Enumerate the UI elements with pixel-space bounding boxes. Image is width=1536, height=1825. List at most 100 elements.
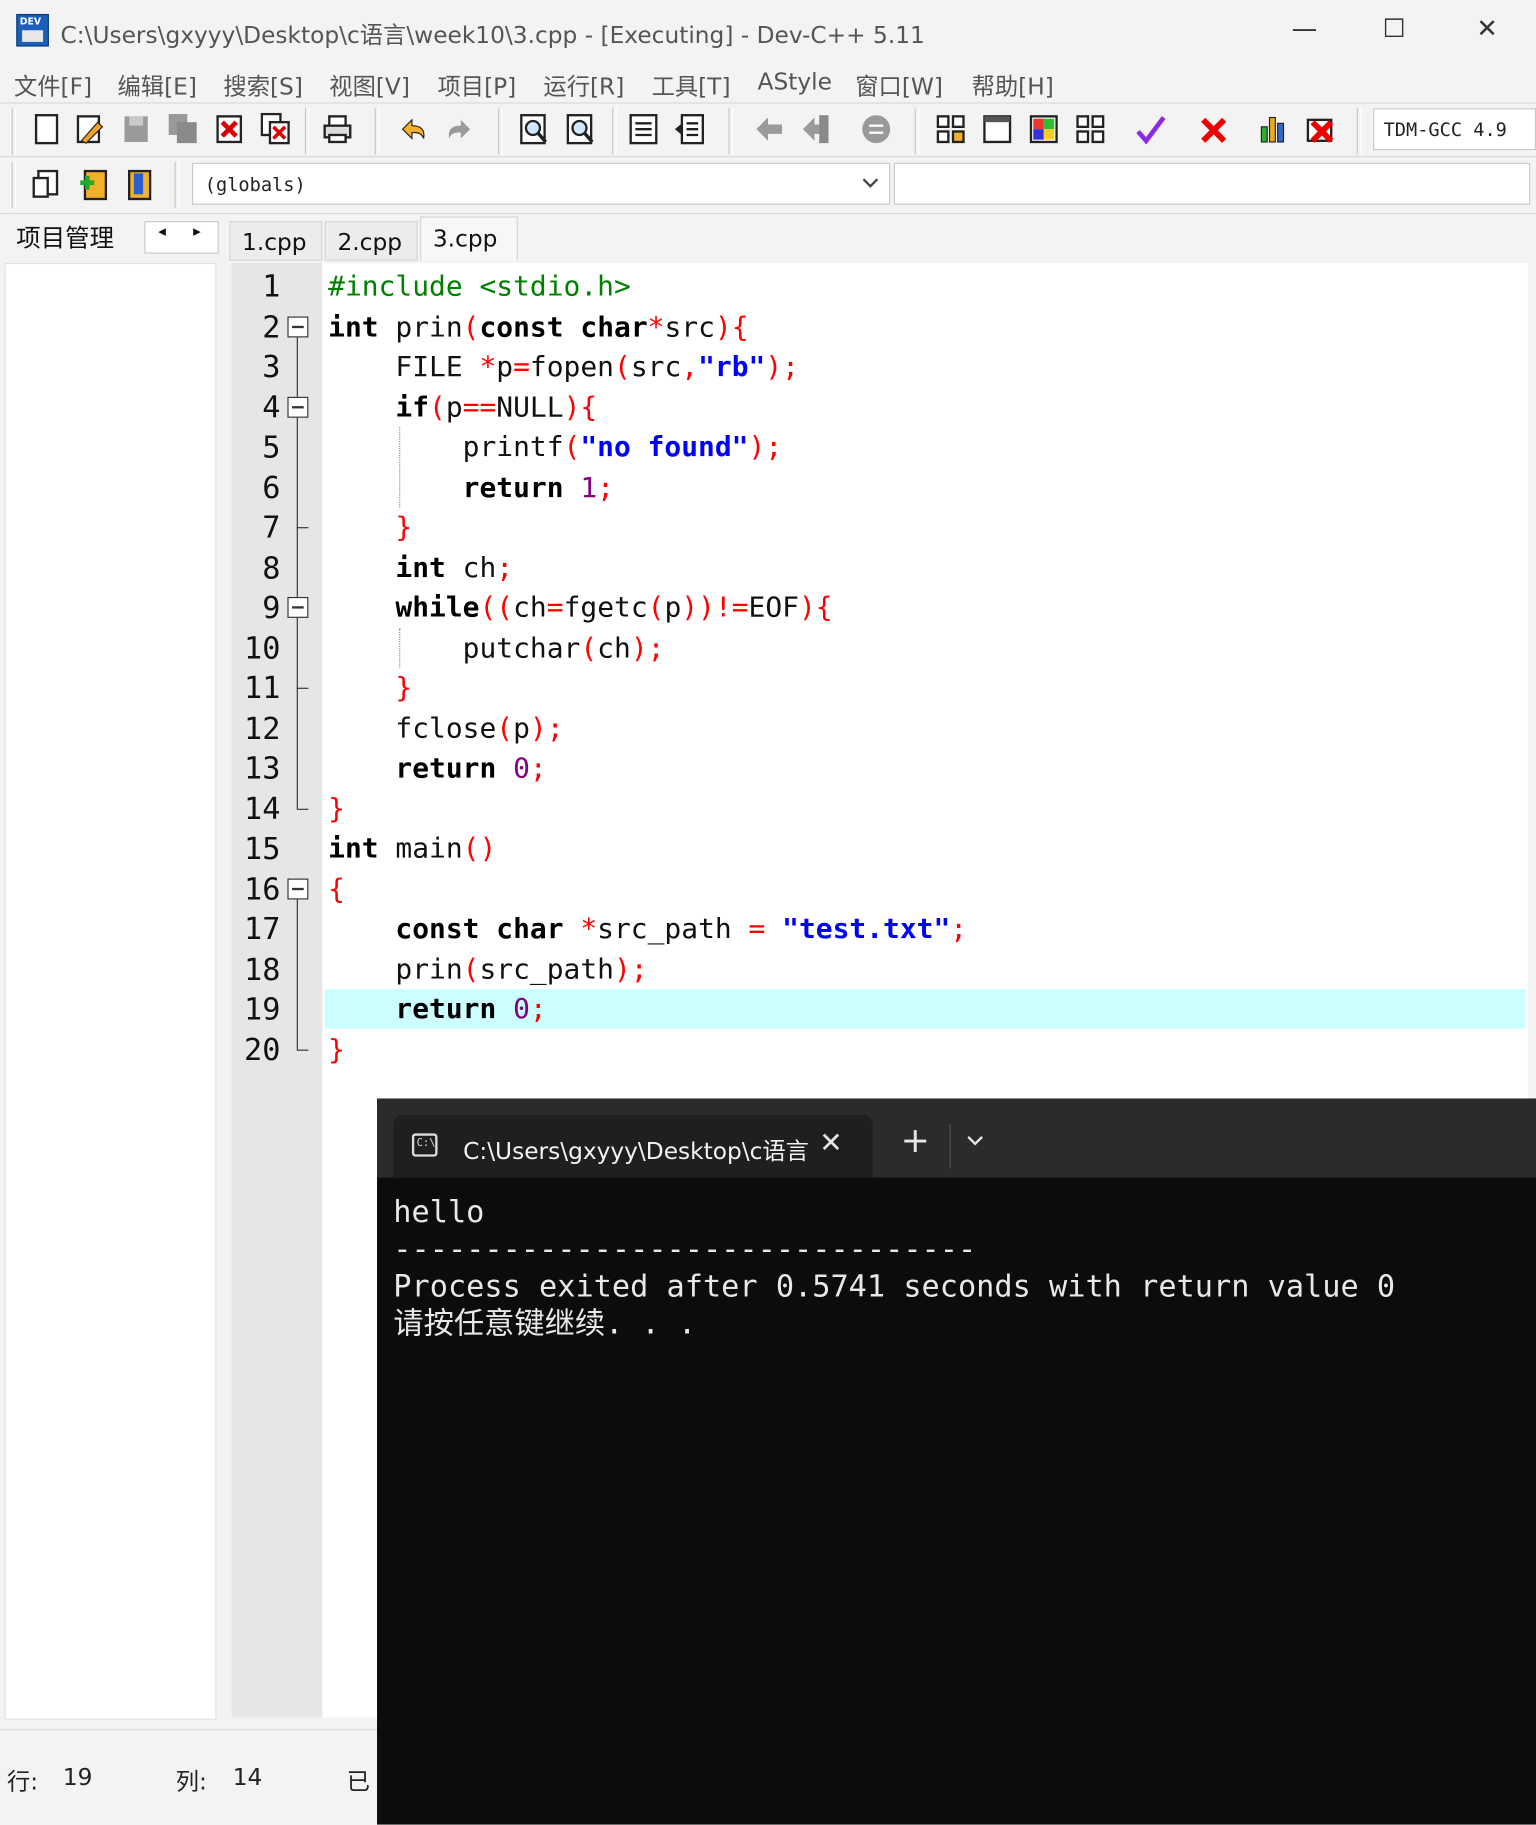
code-token: } [328,791,345,825]
code-token: * [647,310,665,343]
tab-1-cpp[interactable]: 1.cpp [229,221,323,261]
code-token: == [462,390,497,423]
code-token: return [395,992,497,1026]
layout-icon[interactable] [1075,113,1105,146]
code-line[interactable]: 15 int main() [232,829,1528,869]
symbol-select[interactable] [893,162,1531,205]
menu-edit[interactable]: 编辑[E] [118,67,197,101]
code-line[interactable]: 3 FILE *p=fopen(src,"rb"); [232,347,1528,387]
chart-icon[interactable] [1259,113,1289,146]
code-line[interactable]: 14} [232,788,1528,828]
code-token: * [479,350,497,383]
book-icon[interactable] [125,169,155,202]
goto-forward-icon[interactable] [801,113,831,146]
redo-icon[interactable] [445,113,475,146]
save-all-icon[interactable] [168,113,198,146]
tab-2-cpp[interactable]: 2.cpp [324,221,418,261]
fold-toggle-icon[interactable] [287,596,309,618]
fold-end [296,808,309,810]
menu-run[interactable]: 运行[R] [543,67,624,101]
terminal-tab[interactable]: C:\ C:\Users\gxyyy\Desktop\c语言 ✕ [393,1114,873,1178]
new-project-icon[interactable] [936,113,966,146]
print-icon[interactable] [322,113,352,146]
code-token: ); [765,350,799,383]
replace-icon[interactable] [566,113,596,146]
code-line[interactable]: 12 fclose(p); [232,708,1528,748]
code-line[interactable]: 20} [232,1029,1528,1069]
fold-toggle-icon[interactable] [287,396,309,418]
terminal-window[interactable]: C:\ C:\Users\gxyyy\Desktop\c语言 ✕ + hello… [377,1098,1536,1825]
code-text: } [328,1033,345,1066]
close-all-icon[interactable] [260,112,291,146]
code-line[interactable]: 7 } [232,507,1528,547]
new-tab-icon[interactable]: + [901,1123,930,1159]
new-class-icon[interactable] [982,113,1012,146]
code-token: prin [378,310,463,343]
unindent-icon[interactable] [674,113,705,146]
menu-view[interactable]: 视图[V] [329,67,410,101]
code-line[interactable]: 17 const char *src_path = "test.txt"; [232,909,1528,949]
code-line[interactable]: 16 { [232,869,1528,909]
insert-icon[interactable] [31,169,61,202]
menu-astyle[interactable]: AStyle [758,67,832,95]
project-options-icon[interactable] [1029,113,1059,146]
close-file-icon[interactable] [214,113,244,146]
code-line[interactable]: 10 putchar(ch); [232,628,1528,668]
minimize-button[interactable]: — [1278,9,1332,51]
indent-icon[interactable] [628,113,658,146]
code-line[interactable]: 9 while((ch=fgetc(p))!=EOF){ [232,588,1528,628]
code-text: return 0; [328,752,546,785]
line-number: 15 [243,831,281,867]
fold-line [296,898,298,1050]
code-line[interactable]: 4 if(p==NULL){ [232,387,1528,427]
code-line[interactable]: 11 } [232,668,1528,708]
toggle-bookmark-icon[interactable] [861,113,891,146]
code-line[interactable]: 1 #include <stdio.h> [232,266,1528,306]
menu-project[interactable]: 项目[P] [438,67,517,101]
code-line[interactable]: 8 int ch; [232,547,1528,587]
fold-toggle-icon[interactable] [287,877,309,899]
menu-search[interactable]: 搜索[S] [223,67,302,101]
menu-tools[interactable]: 工具[T] [652,67,731,101]
menu-file[interactable]: 文件[F] [14,67,92,101]
add-to-project-icon[interactable] [78,169,108,202]
panel-next-button[interactable]: ▸ [193,223,201,240]
code-token: main [378,831,463,865]
chevron-down-icon[interactable] [963,1129,986,1152]
check-syntax-icon[interactable] [1136,113,1166,146]
code-line[interactable]: 2 int prin(const char*src){ [232,307,1528,347]
code-line[interactable]: 6 return 1; [232,467,1528,507]
panel-prev-button[interactable]: ◂ [158,223,166,240]
code-text: while((ch=fgetc(p))!=EOF){ [328,591,832,624]
undo-icon[interactable] [398,113,428,146]
code-token: while [395,591,480,624]
scope-select[interactable]: (globals) [191,162,891,205]
close-button[interactable]: ✕ [1460,9,1514,51]
abort-icon[interactable] [1199,113,1229,146]
project-panel-label[interactable]: 项目管理 [16,220,114,255]
fold-toggle-icon[interactable] [287,315,309,337]
code-line[interactable]: 18 prin(src_path); [232,949,1528,989]
tab-3-cpp[interactable]: 3.cpp [420,216,518,261]
maximize-button[interactable]: ☐ [1367,9,1421,51]
open-file-icon[interactable] [74,113,104,146]
find-icon[interactable] [519,113,549,146]
compiler-select[interactable]: TDM-GCC 4.9 [1373,108,1536,151]
terminal-tab-close-icon[interactable]: ✕ [819,1126,842,1159]
delete-project-icon[interactable] [1306,113,1336,146]
menu-help[interactable]: 帮助[H] [972,67,1054,101]
code-token: ch [513,591,547,624]
save-icon[interactable] [121,113,151,146]
code-line[interactable]: 13 return 0; [232,748,1528,788]
new-file-icon[interactable] [31,113,61,146]
code-token: ( [647,591,665,624]
goto-back-icon[interactable] [754,113,784,146]
code-line[interactable]: 19 return 0; [232,989,1528,1029]
menu-window[interactable]: 窗口[W] [855,67,943,101]
code-line[interactable]: 5 printf("no found"); [232,427,1528,467]
code-text: return 0; [328,992,546,1026]
code-token: p [445,390,463,423]
code-token: const [395,912,480,945]
